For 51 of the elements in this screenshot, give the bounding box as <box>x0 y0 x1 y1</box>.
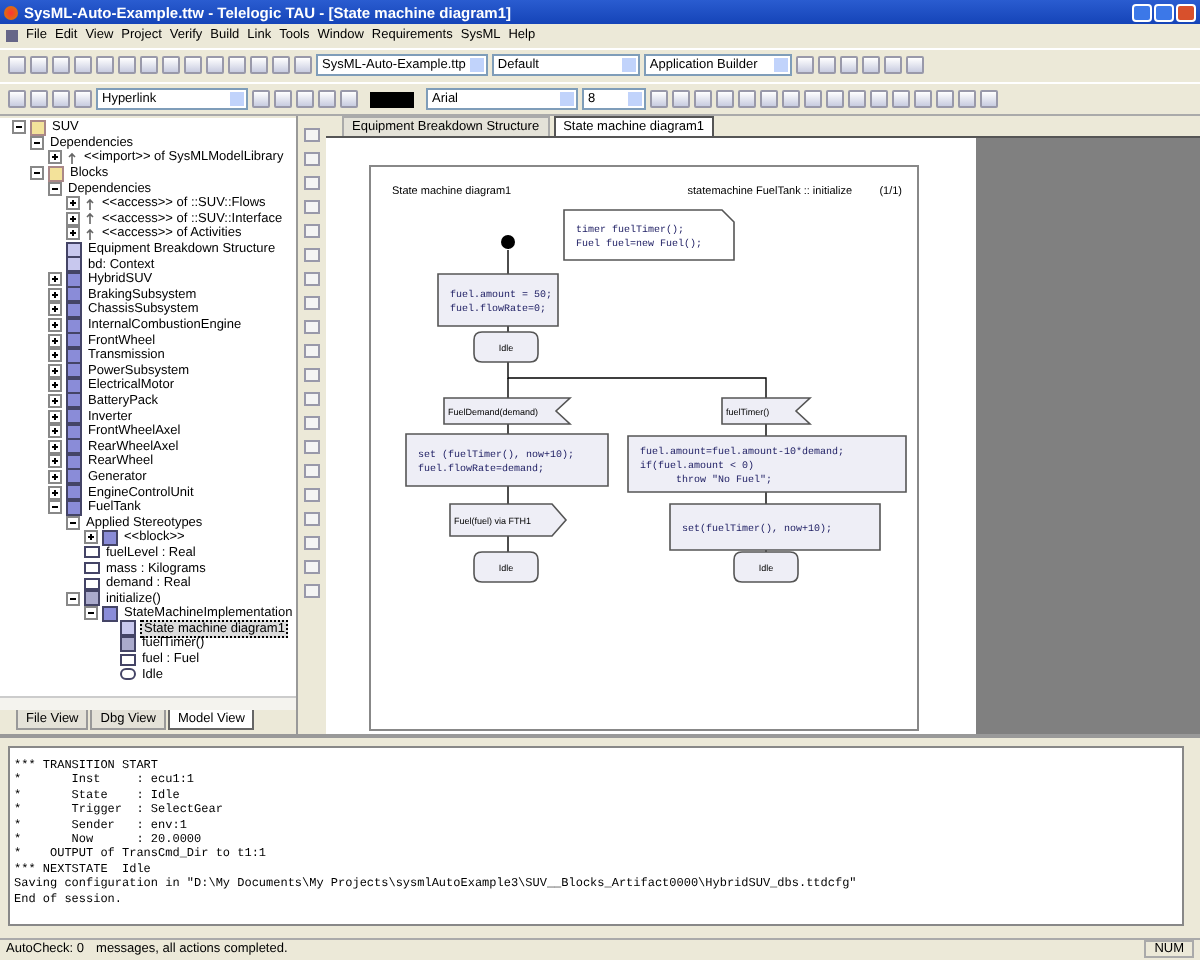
signal-output <box>449 503 568 537</box>
state-box <box>733 551 799 583</box>
expander-icon[interactable] <box>48 424 62 439</box>
expander-icon[interactable] <box>48 318 62 333</box>
expander-icon[interactable] <box>48 439 62 454</box>
expander-icon[interactable] <box>30 166 44 181</box>
folder-icon <box>30 119 46 136</box>
expander-icon[interactable] <box>66 515 80 530</box>
expander-icon[interactable] <box>48 150 62 165</box>
color-picker[interactable] <box>370 91 414 107</box>
block-icon <box>102 529 118 546</box>
state-box <box>473 331 539 363</box>
operation-icon <box>84 590 100 607</box>
horizontal-scrollbar[interactable] <box>0 696 296 710</box>
expander-icon[interactable] <box>48 272 62 287</box>
start-node <box>501 235 515 249</box>
expander-icon[interactable] <box>48 181 62 196</box>
signal-input <box>721 397 813 425</box>
expander-icon[interactable] <box>66 226 80 241</box>
dependency-arrow-icon <box>66 151 78 164</box>
maximize-button[interactable] <box>1154 3 1174 21</box>
app-logo-icon <box>4 5 18 19</box>
expander-icon[interactable] <box>12 120 26 135</box>
block-icon <box>102 605 118 622</box>
expander-icon[interactable] <box>48 333 62 348</box>
diagram-icon <box>120 620 136 637</box>
expander-icon[interactable] <box>30 135 44 150</box>
expander-icon[interactable] <box>66 211 80 226</box>
expander-icon[interactable] <box>48 469 62 484</box>
minimize-button[interactable] <box>1132 3 1152 21</box>
expander-icon[interactable] <box>66 591 80 606</box>
folder-icon <box>48 165 64 182</box>
state-icon <box>120 668 136 681</box>
expander-icon[interactable] <box>48 378 62 393</box>
attribute-icon <box>120 653 136 666</box>
expander-icon[interactable] <box>84 606 98 621</box>
expander-icon[interactable] <box>48 485 62 500</box>
expander-icon[interactable] <box>48 363 62 378</box>
state-box <box>473 551 539 583</box>
close-button[interactable] <box>1176 3 1196 21</box>
task-box <box>437 273 559 327</box>
expander-icon[interactable] <box>48 348 62 363</box>
expander-icon[interactable] <box>48 409 62 424</box>
expander-icon[interactable] <box>66 196 80 211</box>
expander-icon[interactable] <box>48 302 62 317</box>
expander-icon[interactable] <box>84 530 98 545</box>
expander-icon[interactable] <box>48 393 62 408</box>
expander-icon[interactable] <box>48 500 62 515</box>
expander-icon[interactable] <box>48 454 62 469</box>
expander-icon[interactable] <box>48 287 62 302</box>
document-icon <box>6 29 18 41</box>
